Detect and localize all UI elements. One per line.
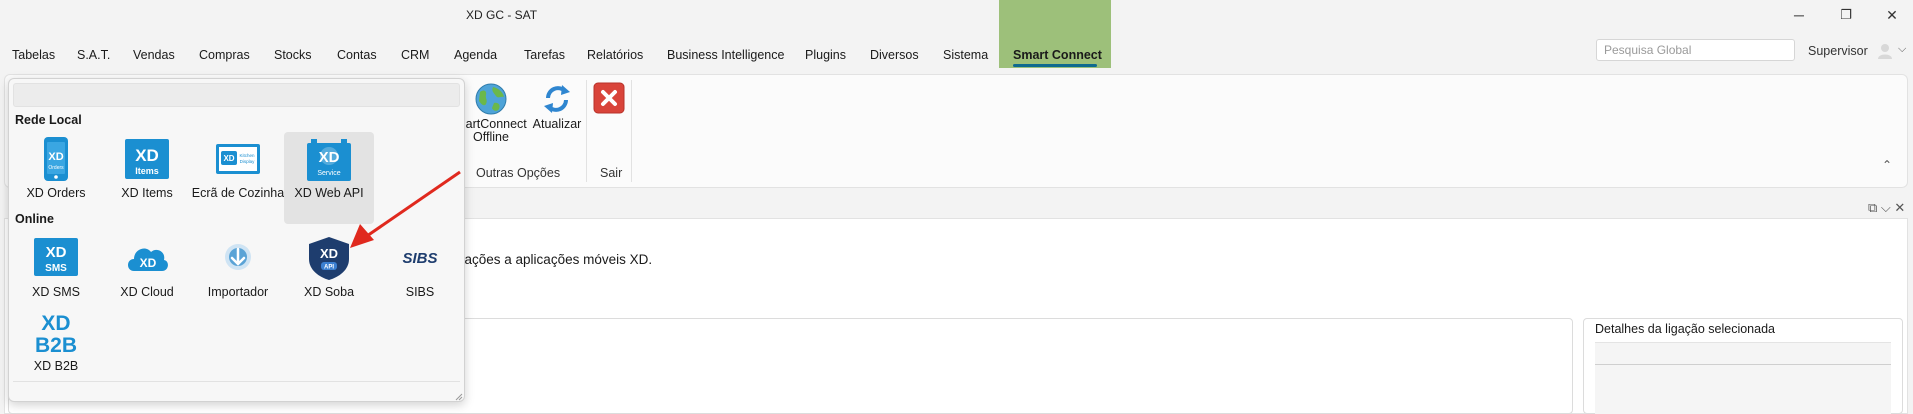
exit-icon bbox=[593, 82, 625, 114]
ribbon-separator bbox=[631, 80, 632, 182]
close-icon[interactable]: ✕ bbox=[1877, 4, 1907, 26]
active-tab-underline bbox=[1013, 64, 1097, 67]
menu-compras[interactable]: Compras bbox=[199, 48, 250, 62]
outras-opcoes-group-label: Outras Opções bbox=[476, 166, 561, 180]
xd-soba-icon: XD API bbox=[309, 237, 349, 280]
xd-cloud-label: XD Cloud bbox=[120, 285, 174, 299]
title-bar: XD GC - SAT ─ ❐ ✕ bbox=[0, 0, 1913, 30]
xd-web-api-tile[interactable]: XD Service XD Web API bbox=[284, 132, 374, 224]
xd-orders-tile[interactable]: XD Orders XD Orders bbox=[11, 132, 101, 224]
svg-text:XD: XD bbox=[41, 312, 70, 335]
atualizar-button[interactable]: Atualizar bbox=[532, 82, 582, 131]
svg-text:Orders: Orders bbox=[48, 165, 64, 171]
connection-details-body bbox=[1595, 342, 1891, 414]
svg-text:XD: XD bbox=[46, 244, 67, 261]
svg-text:XD: XD bbox=[320, 246, 338, 261]
menu-crm[interactable]: CRM bbox=[401, 48, 429, 62]
importer-icon bbox=[225, 244, 251, 270]
menu-vendas[interactable]: Vendas bbox=[133, 48, 175, 62]
smartconnect-offline-label: martConnect Offline bbox=[455, 117, 527, 144]
menu-diversos[interactable]: Diversos bbox=[870, 48, 919, 62]
kitchen-display-tile[interactable]: XD Kitchen Display Ecrã de Cozinha bbox=[192, 132, 284, 224]
menu-sistema[interactable]: Sistema bbox=[943, 48, 988, 62]
kitchen-display-label: Ecrã de Cozinha bbox=[191, 186, 285, 200]
svg-text:Service: Service bbox=[317, 170, 340, 177]
refresh-icon bbox=[544, 85, 570, 113]
sibs-icon: SIBS bbox=[402, 250, 437, 267]
xd-cloud-icon: XD bbox=[128, 248, 168, 271]
kitchen-display-icon: XD Kitchen Display bbox=[216, 144, 260, 174]
connection-details-title: Detalhes da ligação selecionada bbox=[1595, 322, 1775, 336]
svg-text:B2B: B2B bbox=[35, 334, 77, 355]
xd-web-api-icon: XD Service bbox=[307, 139, 351, 181]
xd-sms-icon: XD SMS bbox=[34, 238, 78, 276]
atualizar-label: Atualizar bbox=[532, 117, 582, 131]
menu-smart-connect[interactable]: Smart Connect bbox=[1013, 48, 1102, 62]
xd-b2b-icon: XD B2B bbox=[35, 312, 77, 355]
menu-plugins[interactable]: Plugins bbox=[805, 48, 846, 62]
xd-items-tile[interactable]: XD Items XD Items bbox=[102, 132, 192, 224]
xd-cloud-tile[interactable]: XD XD Cloud bbox=[102, 231, 192, 323]
connection-details-divider bbox=[1595, 364, 1891, 365]
global-search-input[interactable]: Pesquisa Global bbox=[1596, 39, 1795, 61]
xd-soba-label: XD Soba bbox=[303, 285, 355, 299]
description-text: igações a aplicações móveis XD. bbox=[454, 252, 653, 267]
sair-button[interactable] bbox=[592, 82, 626, 114]
menu-tarefas[interactable]: Tarefas bbox=[524, 48, 565, 62]
svg-text:XD: XD bbox=[48, 151, 63, 163]
online-title: Online bbox=[15, 212, 54, 226]
rede-local-title: Rede Local bbox=[15, 113, 82, 127]
svg-text:XD: XD bbox=[223, 154, 234, 163]
sibs-tile[interactable]: SIBS SIBS bbox=[375, 231, 465, 323]
popup-header bbox=[13, 83, 460, 107]
ribbon-separator bbox=[586, 80, 587, 182]
globe-icon bbox=[475, 83, 507, 115]
xd-b2b-label: XD B2B bbox=[33, 359, 79, 373]
resize-grip-icon[interactable] bbox=[455, 393, 463, 401]
svg-text:SIBS: SIBS bbox=[402, 250, 437, 267]
svg-text:Display: Display bbox=[240, 159, 256, 164]
svg-text:XD: XD bbox=[140, 256, 157, 270]
menu-business-intelligence[interactable]: Business Intelligence bbox=[667, 48, 784, 62]
content-window-controls[interactable]: ⧉ ⌵ ✕ bbox=[1868, 200, 1905, 216]
sibs-label: SIBS bbox=[405, 285, 435, 299]
xd-sms-label: XD SMS bbox=[32, 285, 80, 299]
importador-label: Importador bbox=[207, 285, 269, 299]
apps-popup: Rede Local XD Orders XD Orders XD Items … bbox=[8, 78, 465, 402]
menu-contas[interactable]: Contas bbox=[337, 48, 377, 62]
menu-tabelas[interactable]: Tabelas bbox=[12, 48, 55, 62]
menu-sat[interactable]: S.A.T. bbox=[77, 48, 110, 62]
restore-icon[interactable]: ❐ bbox=[1831, 4, 1861, 26]
svg-text:SMS: SMS bbox=[45, 263, 67, 274]
importador-tile[interactable]: Importador bbox=[193, 231, 283, 323]
svg-text:XD: XD bbox=[319, 149, 340, 166]
collapse-ribbon-icon[interactable]: ⌃ bbox=[1882, 158, 1892, 172]
user-name[interactable]: Supervisor bbox=[1808, 44, 1868, 58]
menu-agenda[interactable]: Agenda bbox=[454, 48, 497, 62]
sair-group-label: Sair bbox=[600, 166, 623, 180]
xd-orders-icon: XD Orders bbox=[44, 137, 68, 181]
svg-text:XD: XD bbox=[135, 146, 159, 165]
xd-soba-tile[interactable]: XD API XD Soba bbox=[284, 231, 374, 323]
svg-text:API: API bbox=[324, 265, 334, 271]
xd-items-label: XD Items bbox=[121, 186, 173, 200]
xd-web-api-label: XD Web API bbox=[294, 186, 364, 200]
xd-items-icon: XD Items bbox=[125, 139, 169, 179]
xd-orders-label: XD Orders bbox=[26, 186, 86, 200]
minimize-icon[interactable]: ─ bbox=[1784, 4, 1814, 26]
popup-footer bbox=[13, 381, 460, 399]
menu-stocks[interactable]: Stocks bbox=[274, 48, 312, 62]
window-title: XD GC - SAT bbox=[466, 8, 538, 22]
user-avatar-icon[interactable] bbox=[1876, 42, 1894, 60]
svg-text:Kitchen: Kitchen bbox=[239, 153, 255, 158]
menu-relatorios[interactable]: Relatórios bbox=[587, 48, 643, 62]
menu-bar: Tabelas S.A.T. Vendas Compras Stocks Con… bbox=[0, 44, 1120, 68]
svg-text:Items: Items bbox=[135, 166, 159, 176]
user-menu-chevron-icon[interactable]: ⌵ bbox=[1898, 43, 1906, 56]
